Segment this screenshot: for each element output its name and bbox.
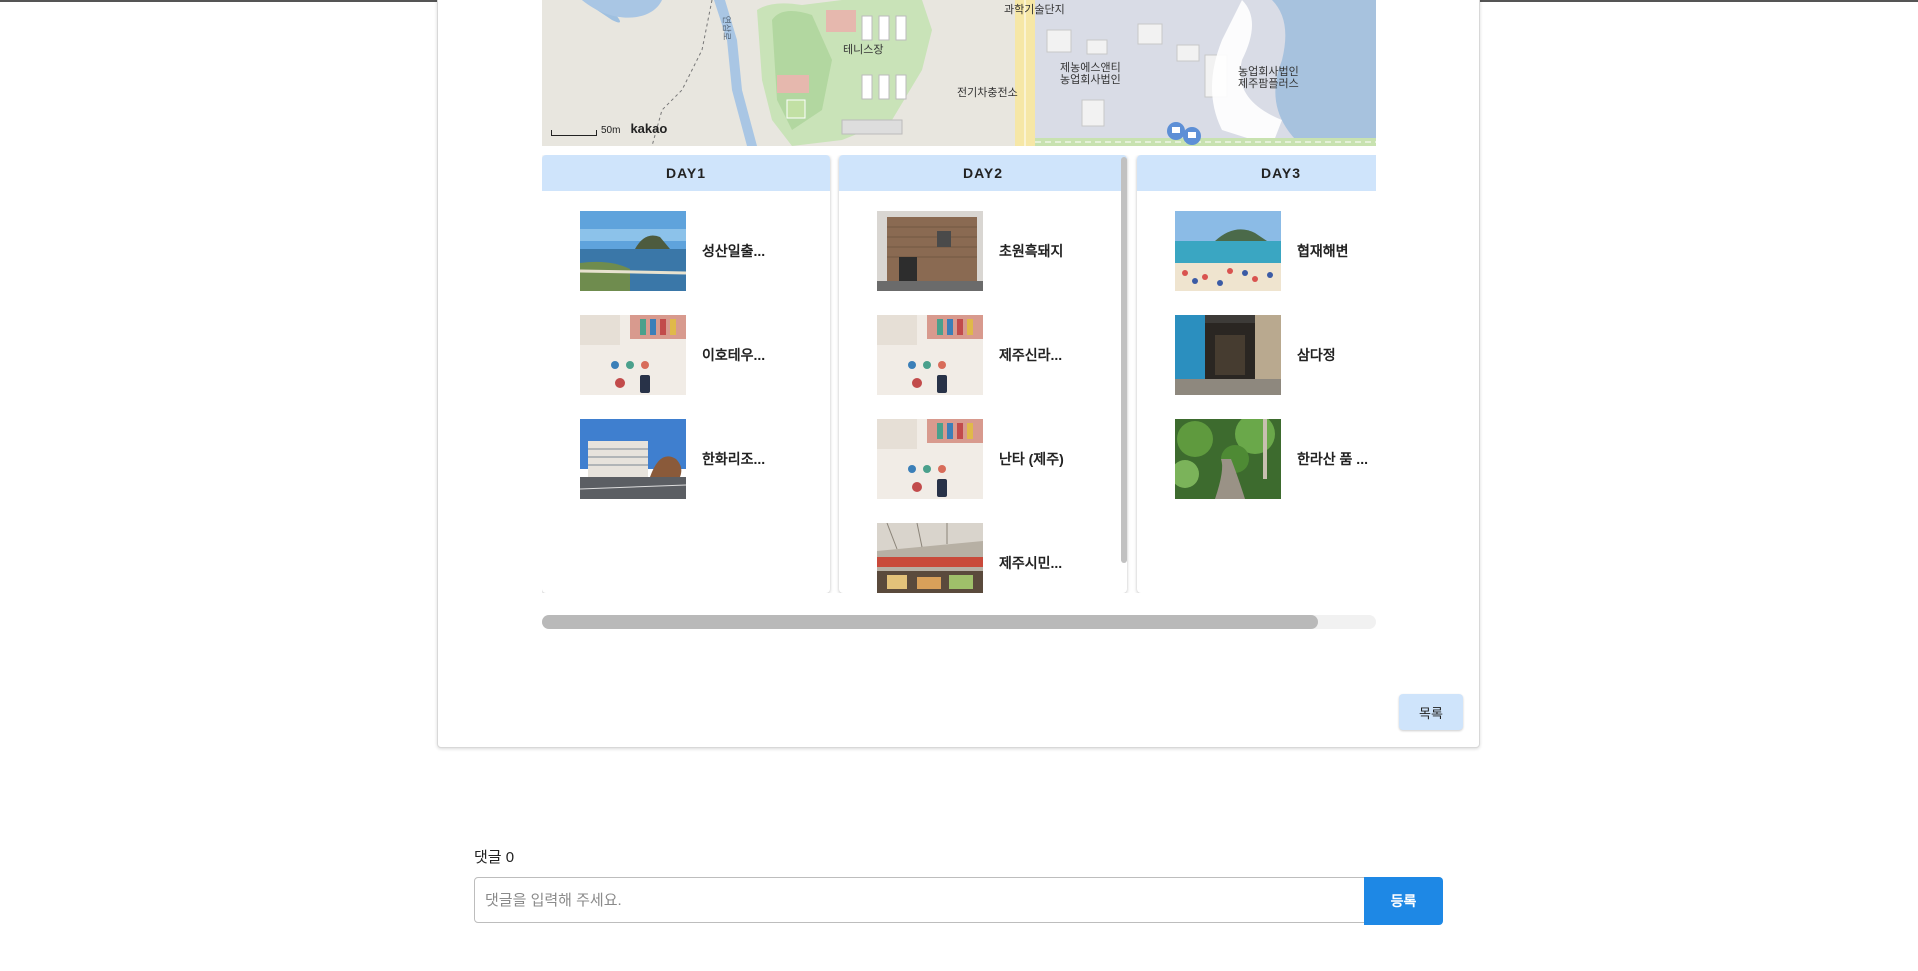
- map-label: 과학기술단지: [1004, 4, 1065, 16]
- place-name: 삼다정: [1297, 347, 1336, 363]
- map-label: 테니스장: [843, 44, 884, 56]
- map-label: 제농에스앤티: [1060, 62, 1121, 74]
- place-item[interactable]: 이호테우...: [580, 315, 765, 395]
- comment-input[interactable]: [474, 877, 1366, 923]
- day-column: DAY3 협재해변 삼다정 한라산 품 ...: [1137, 155, 1376, 593]
- place-name: 제주시민...: [999, 555, 1063, 571]
- horizontal-scrollbar[interactable]: [542, 615, 1376, 629]
- scale-label: 50m: [601, 125, 621, 136]
- map-view[interactable]: 과학기술단지 테니스장 전기차충전소 제농에스앤티 농업회사법인 농업회사법인 …: [542, 0, 1376, 146]
- place-name: 난타 (제주): [999, 451, 1064, 467]
- day-title: DAY3: [1137, 155, 1376, 191]
- map-label: 연삼로: [721, 15, 732, 41]
- comment-count: 댓글 0: [474, 849, 515, 866]
- map-label: 농업회사법인: [1238, 66, 1299, 78]
- placeholder-photo: [877, 419, 983, 499]
- resort-photo: [580, 419, 686, 499]
- map-label: 전기차충전소: [957, 87, 1018, 99]
- day-column: DAY2 초원흑돼지 제주신라... 난타 (제주) 제주시민...: [839, 155, 1127, 593]
- place-item[interactable]: 삼다정: [1175, 315, 1336, 395]
- comment-submit-button[interactable]: 등록: [1364, 877, 1443, 925]
- day-title: DAY2: [839, 155, 1127, 191]
- place-name: 협재해변: [1297, 243, 1349, 259]
- day-title: DAY1: [542, 155, 830, 191]
- market-photo: [877, 523, 983, 593]
- day-column: DAY1 성산일출... 이호테우... 한화리조...: [542, 155, 830, 593]
- forest-path-photo: [1175, 419, 1281, 499]
- day-column-scrollbar[interactable]: [1121, 157, 1127, 563]
- place-name: 성산일출...: [702, 243, 766, 259]
- map-scale: 50m kakao: [551, 121, 667, 136]
- place-item[interactable]: 제주신라...: [877, 315, 1062, 395]
- beach-photo: [1175, 211, 1281, 291]
- place-item[interactable]: 성산일출...: [580, 211, 765, 291]
- place-item[interactable]: 한화리조...: [580, 419, 765, 499]
- place-item[interactable]: 제주시민...: [877, 523, 1062, 593]
- brick-building-photo: [877, 211, 983, 291]
- map-label: 제주팜플러스: [1238, 78, 1299, 90]
- place-item[interactable]: 초원흑돼지: [877, 211, 1063, 291]
- scale-bar-icon: [551, 130, 597, 136]
- place-name: 한화리조...: [702, 451, 766, 467]
- placeholder-photo: [580, 315, 686, 395]
- day-columns-scroller[interactable]: DAY1 성산일출... 이호테우... 한화리조... DAY2 초원흑돼지 …: [542, 155, 1376, 593]
- place-name: 한라산 품 ...: [1297, 451, 1368, 467]
- place-name: 이호테우...: [702, 347, 766, 363]
- map-brand-logo: kakao: [630, 121, 668, 136]
- list-button[interactable]: 목록: [1399, 694, 1463, 730]
- coast-photo: [580, 211, 686, 291]
- place-item[interactable]: 한라산 품 ...: [1175, 419, 1368, 499]
- map-label: 농업회사법인: [1060, 74, 1121, 86]
- lobby-photo: [1175, 315, 1281, 395]
- place-name: 초원흑돼지: [999, 243, 1064, 259]
- horizontal-scrollbar-thumb[interactable]: [542, 615, 1318, 629]
- placeholder-photo: [877, 315, 983, 395]
- place-name: 제주신라...: [999, 347, 1063, 363]
- place-item[interactable]: 난타 (제주): [877, 419, 1064, 499]
- place-item[interactable]: 협재해변: [1175, 211, 1349, 291]
